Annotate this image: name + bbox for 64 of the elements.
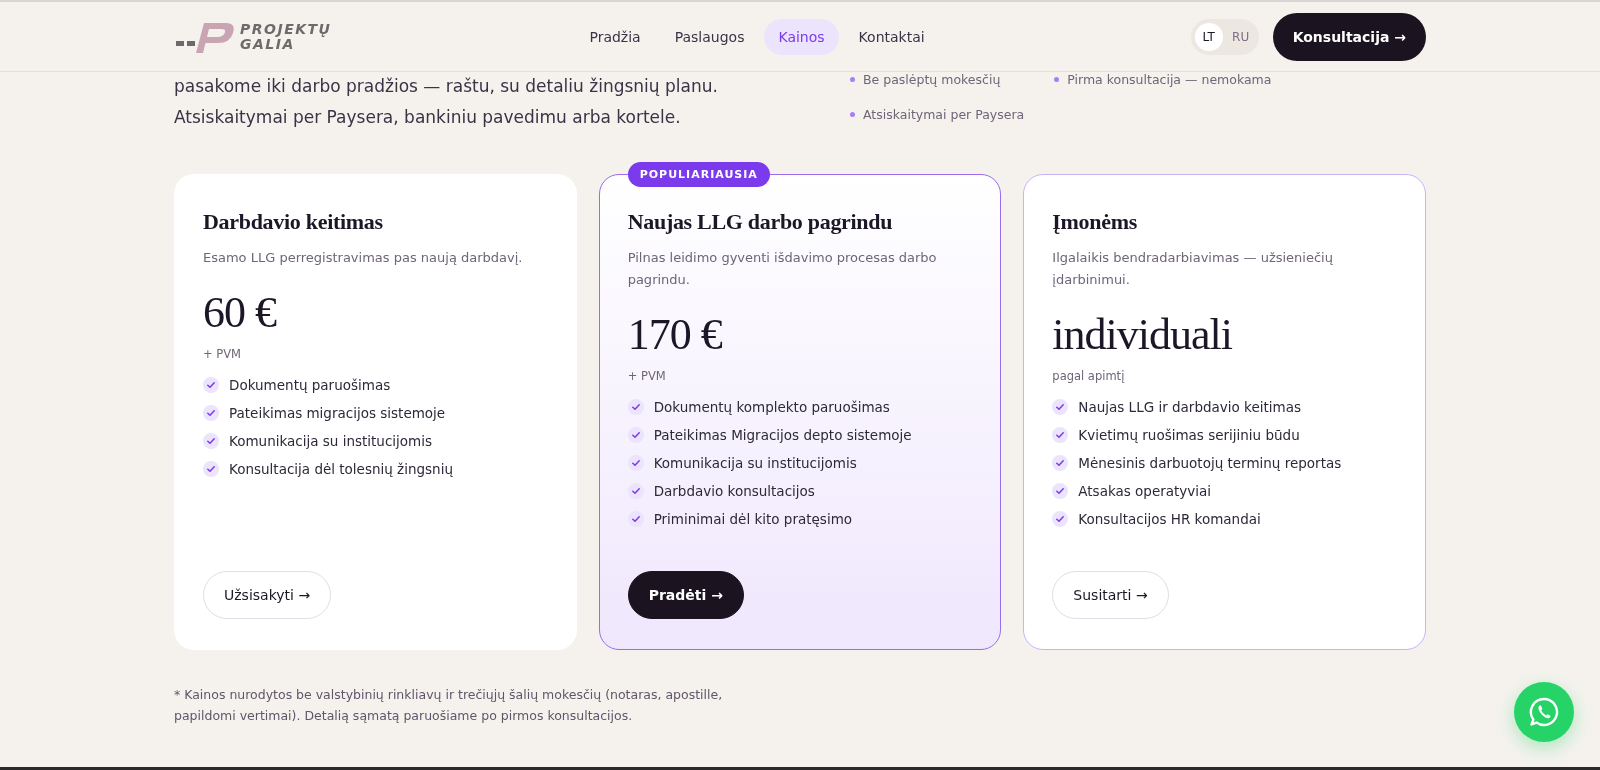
feature-text: Mėnesinis darbuotojų terminų reportas xyxy=(1078,455,1342,471)
plan-button[interactable]: Susitarti → xyxy=(1052,571,1169,619)
feature-text: Atsakas operatyviai xyxy=(1078,483,1212,499)
price-note: + PVM xyxy=(627,369,667,383)
plan-description: Esamo LLG perregistravimas pas naują darbdavį. xyxy=(203,249,524,267)
bullet-dot xyxy=(1054,77,1060,82)
bullet-dot xyxy=(850,112,855,117)
feature-text: Dokumentų paruošimas xyxy=(229,377,391,393)
language-option[interactable]: RU xyxy=(1226,22,1255,51)
check-icon xyxy=(627,511,644,527)
logo-text: PROJEKTŲ xyxy=(240,21,332,37)
logo-text: GALIA xyxy=(240,36,295,52)
footnote: * Kainos nurodytos be valstybinių rinkliavų ir trečiųjų šalių mokesčių (notaras, apostille, papildomi vertimai). Detalią sąmatą paruošiame po pirmos konsultacijos. xyxy=(173,686,724,725)
price-note: + PVM xyxy=(203,347,242,361)
plan-title: Įmonėms xyxy=(1052,209,1138,235)
feature-text: Konsultacija dėl tolesnių žingsnių xyxy=(229,461,453,477)
feature-text: Dokumentų komplekto paruošimas xyxy=(653,399,890,415)
feature-text: Priminimai dėl kito pratęsimo xyxy=(653,511,853,527)
plan-price: 170 € xyxy=(627,309,723,361)
check-icon xyxy=(203,461,219,477)
plan-button[interactable]: Pradėti → xyxy=(627,571,744,619)
feature-text: Komunikacija su institucijomis xyxy=(653,455,857,471)
nav-link[interactable]: Kainos xyxy=(764,18,839,55)
intro-text: pasakome iki darbo pradžios — raštu, su detaliu žingsnių planu. xyxy=(174,75,719,98)
plan-price: individuali xyxy=(1052,309,1233,361)
nav-link[interactable]: Kontaktai xyxy=(844,18,939,55)
plan-price: 60 € xyxy=(203,287,278,339)
check-icon xyxy=(203,433,219,449)
bullet-text: Pirma konsultacija — nemokama xyxy=(1067,72,1272,87)
check-icon xyxy=(1052,455,1069,471)
nav-link[interactable]: Pradžia xyxy=(575,18,655,55)
check-icon xyxy=(1052,483,1069,499)
plan-description: Ilgalaikis bendradarbiavimas — užsieniečių įdarbinimui. xyxy=(1052,249,1334,289)
price-note: pagal apimtį xyxy=(1052,369,1126,383)
feature-text: Pateikimas Migracijos depto sistemoje xyxy=(653,427,912,443)
check-icon xyxy=(1052,399,1069,415)
plan-title: Darbdavio keitimas xyxy=(203,209,384,235)
check-icon xyxy=(203,377,219,393)
bullet-text: Be paslėptų mokesčių xyxy=(863,72,1001,87)
plan-description: Pilnas leidimo gyventi išdavimo procesas darbo pagrindu. xyxy=(627,249,938,289)
check-icon xyxy=(627,427,644,443)
plan-button[interactable]: Užsisakyti → xyxy=(203,571,332,619)
plan-title: Naujas LLG darbo pagrindu xyxy=(627,209,894,235)
check-icon xyxy=(203,405,219,421)
consultation-button[interactable]: Konsultacija → xyxy=(1272,12,1426,61)
check-icon xyxy=(627,483,644,499)
feature-text: Konsultacijos HR komandai xyxy=(1078,511,1261,527)
intro-text: Atsiskaitymai per Paysera, bankiniu pavedimu arba kortele. xyxy=(174,106,682,129)
nav-link[interactable]: Paslaugos xyxy=(660,18,759,55)
feature-text: Darbdavio konsultacijos xyxy=(653,483,815,499)
check-icon xyxy=(627,455,644,471)
bullet-text: Atsiskaitymai per Paysera xyxy=(863,107,1025,122)
check-icon xyxy=(627,399,644,415)
chat-phone-icon xyxy=(1528,696,1560,728)
check-icon xyxy=(1052,427,1069,443)
bullet-dot xyxy=(850,77,855,82)
check-icon xyxy=(1052,511,1069,527)
feature-text: Pateikimas migracijos sistemoje xyxy=(229,405,446,421)
chat-button[interactable] xyxy=(1514,682,1574,742)
feature-text: Naujas LLG ir darbdavio keitimas xyxy=(1078,399,1301,415)
feature-text: Komunikacija su institucijomis xyxy=(229,433,433,449)
popular-badge: POPULIARIAUSIA xyxy=(627,162,770,187)
language-option[interactable]: LT xyxy=(1194,22,1223,51)
feature-text: Kvietimų ruošimas serijiniu būdu xyxy=(1078,427,1300,443)
